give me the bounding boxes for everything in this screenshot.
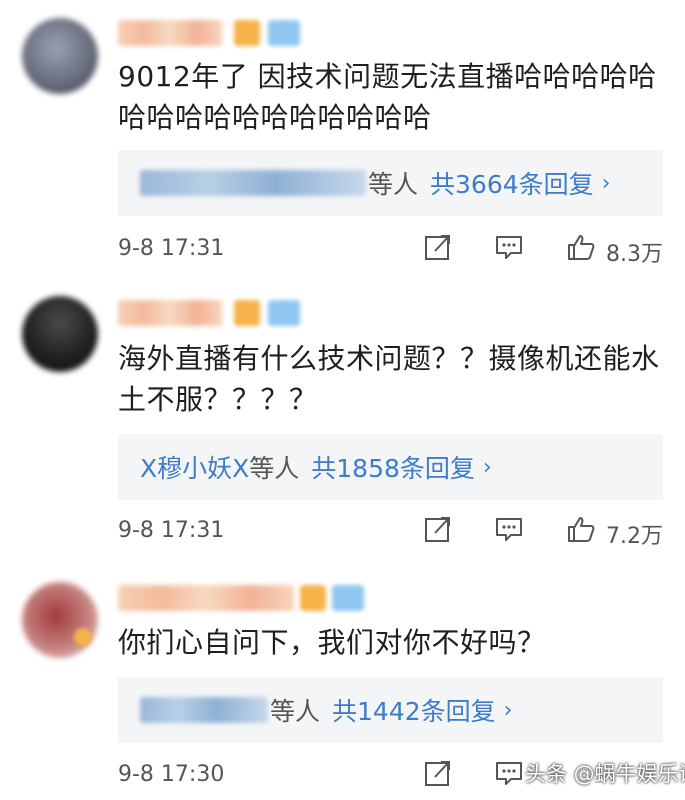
reply-count-link[interactable]: 共3664条回复 (430, 165, 594, 201)
chevron-right-icon: › (482, 454, 492, 480)
reply-deng: 等人 (249, 454, 300, 483)
username-blurred[interactable] (118, 300, 222, 326)
like-count: 7.2万 (606, 524, 663, 549)
like-icon[interactable] (566, 232, 596, 262)
timestamp: 9-8 17:31 (118, 236, 225, 261)
level-badge (300, 585, 326, 611)
timestamp: 9-8 17:31 (118, 518, 225, 543)
reply-username-blurred[interactable] (140, 170, 366, 196)
reply-count-link[interactable]: 共1442条回复 (332, 692, 496, 728)
chevron-right-icon: › (601, 170, 611, 196)
reply-username[interactable]: X穆小妖X (140, 449, 249, 485)
level-badge (234, 300, 260, 326)
like-count: 8.3万 (606, 242, 663, 267)
share-icon[interactable] (423, 514, 453, 544)
username-blurred[interactable] (118, 20, 222, 46)
reply-count-link[interactable]: 共1858条回复 (311, 449, 475, 485)
reply-summary[interactable]: X穆小妖X 等人 共1858条回复 › (118, 434, 663, 500)
timestamp: 9-8 17:30 (118, 762, 225, 787)
comment-meta: 9-8 17:31 7.2万 (118, 514, 663, 549)
like-icon[interactable] (566, 514, 596, 544)
comment-icon[interactable] (494, 514, 524, 544)
chevron-right-icon: › (503, 697, 513, 723)
comment-text: 你扪心自问下，我们对你不好吗？ (118, 626, 546, 659)
reply-deng: 等人 (368, 170, 419, 199)
reply-username-blurred[interactable] (140, 697, 268, 723)
avatar[interactable] (22, 296, 98, 372)
member-badge (268, 300, 300, 326)
share-icon[interactable] (423, 758, 453, 788)
comment-text: 海外直播有什么技术问题？？摄像机还能水土不服？？？？ (118, 342, 660, 416)
reply-summary[interactable]: 等人 共3664条回复 › (118, 150, 663, 216)
reply-summary[interactable]: 等人 共1442条回复 › (118, 677, 663, 743)
comment-icon[interactable] (494, 232, 524, 262)
reply-deng: 等人 (270, 697, 321, 726)
member-badge (332, 585, 364, 611)
avatar[interactable] (22, 18, 98, 94)
share-icon[interactable] (423, 232, 453, 262)
watermark: 头条 @蜗牛娱乐话 (525, 762, 685, 786)
comment-meta: 9-8 17:31 8.3万 (118, 232, 663, 267)
avatar[interactable] (22, 582, 98, 658)
level-badge (234, 20, 260, 46)
comment-icon[interactable] (494, 758, 524, 788)
username-blurred[interactable] (118, 585, 294, 611)
member-badge (268, 20, 300, 46)
avatar-badge (74, 628, 92, 646)
comment-text: 9012年了 因技术问题无法直播哈哈哈哈哈哈哈哈哈哈哈哈哈哈哈哈 (118, 60, 657, 134)
